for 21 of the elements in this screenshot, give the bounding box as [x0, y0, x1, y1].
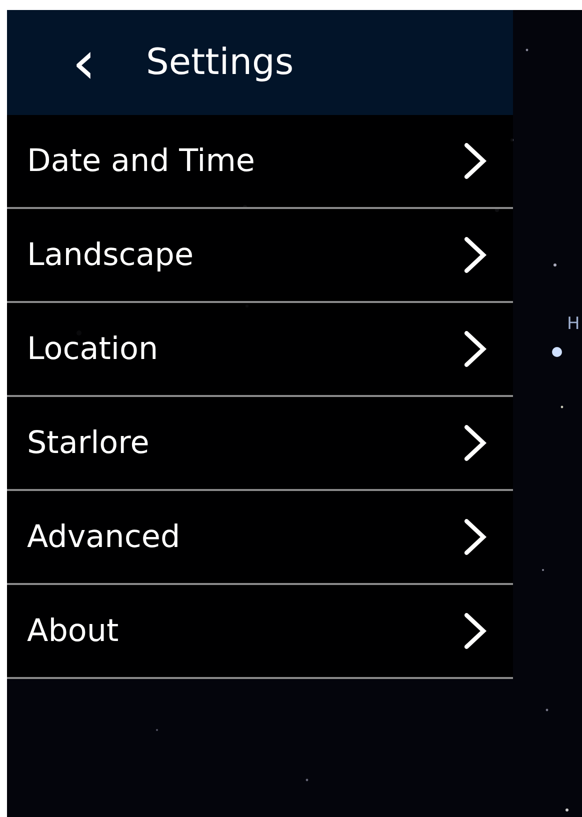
chevron-right-icon	[463, 424, 487, 462]
menu-item-label: Date and Time	[27, 143, 255, 179]
menu-item[interactable]: Advanced	[7, 491, 513, 585]
back-button[interactable]: ‹	[68, 32, 100, 92]
chevron-right-icon	[463, 612, 487, 650]
menu-item[interactable]: Starlore	[7, 397, 513, 491]
chevron-right-icon	[463, 142, 487, 180]
chevron-right-icon	[463, 518, 487, 556]
chevron-right-icon	[463, 236, 487, 274]
menu-item-label: Landscape	[27, 237, 194, 273]
chevron-right-icon	[463, 330, 487, 368]
star-label: H	[567, 314, 580, 334]
menu-item[interactable]: Date and Time	[7, 115, 513, 209]
menu-item-label: Location	[27, 331, 158, 367]
menu-item-label: Advanced	[27, 519, 180, 555]
menu-item[interactable]: Location	[7, 303, 513, 397]
menu-item[interactable]: About	[7, 585, 513, 679]
panel-title: Settings	[146, 42, 294, 83]
menu-item-label: Starlore	[27, 425, 150, 461]
menu-item-label: About	[27, 613, 119, 649]
menu-item[interactable]: Landscape	[7, 209, 513, 303]
